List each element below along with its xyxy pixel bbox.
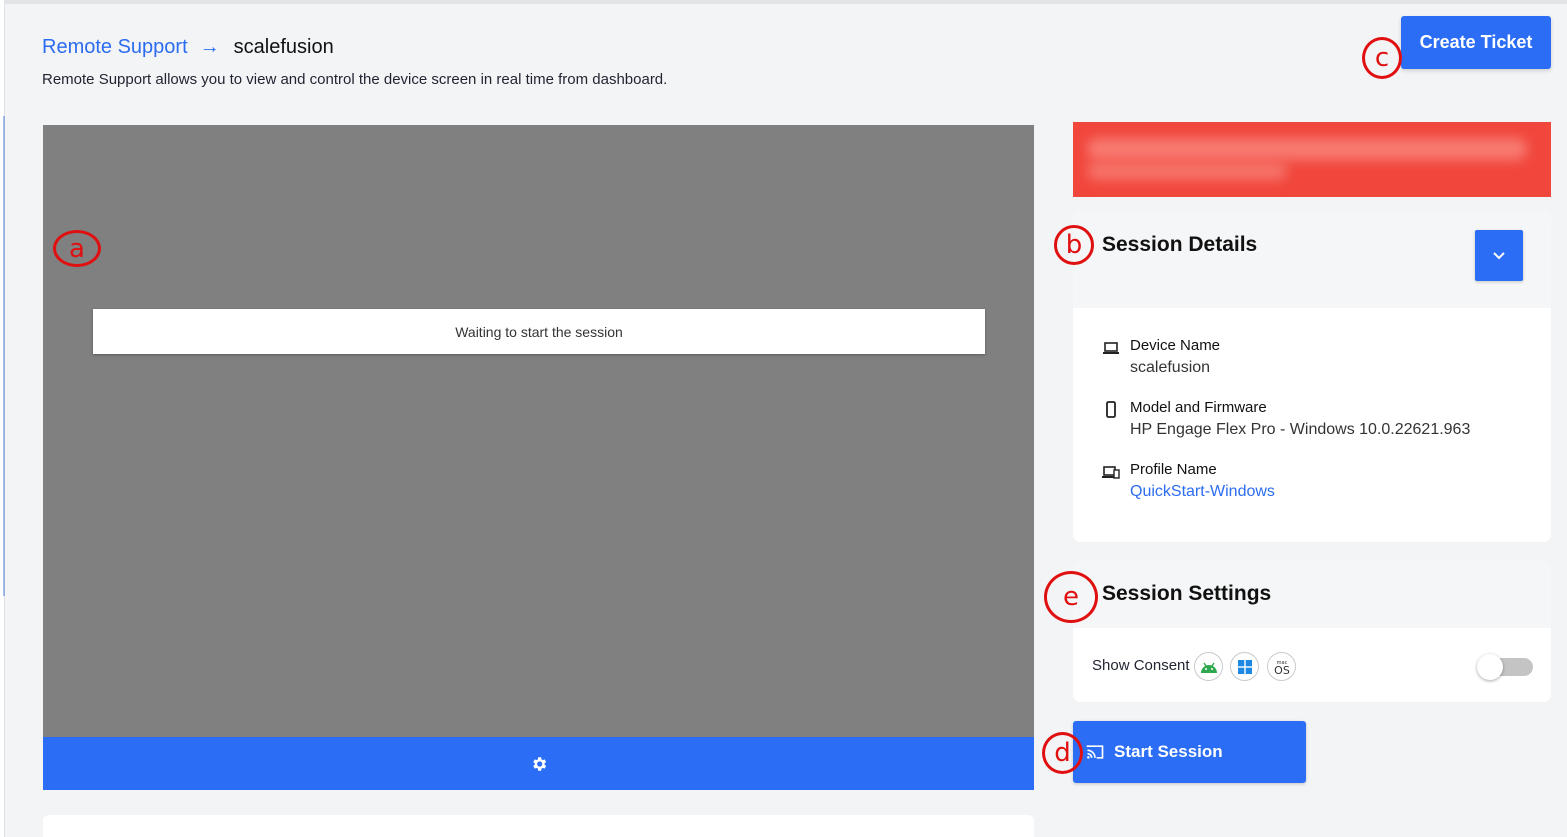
annotation-marker-d: d: [1042, 732, 1083, 774]
page-description: Remote Support allows you to view and co…: [42, 71, 668, 88]
viewer-toolbar: [43, 737, 1034, 790]
macos-icon: mac OS: [1267, 652, 1296, 681]
session-settings-title: Session Settings: [1102, 582, 1272, 605]
breadcrumb-remote-support-link[interactable]: Remote Support: [42, 36, 188, 59]
remote-screen-viewer[interactable]: Waiting to start the session: [43, 125, 1034, 737]
annotation-marker-c: c: [1362, 37, 1402, 79]
start-session-button[interactable]: Start Session: [1073, 721, 1306, 783]
remote-support-page: Remote Support → scalefusion Remote Supp…: [0, 0, 1567, 837]
svg-text:OS: OS: [1274, 664, 1290, 676]
create-ticket-button[interactable]: Create Ticket: [1401, 16, 1551, 69]
model-firmware-label: Model and Firmware: [1130, 399, 1267, 416]
model-firmware-value: HP Engage Flex Pro - Windows 10.0.22621.…: [1130, 421, 1471, 438]
device-name-value: scalefusion: [1130, 359, 1211, 376]
top-divider: [0, 0, 1567, 4]
session-details-card: Session Details Device Name scalefusion …: [1073, 211, 1551, 542]
show-consent-toggle[interactable]: [1477, 654, 1533, 680]
left-accent: [3, 116, 5, 596]
breadcrumb: Remote Support → scalefusion: [42, 34, 334, 60]
phone-icon: [1106, 401, 1116, 418]
annotation-marker-b: b: [1054, 225, 1094, 265]
breadcrumb-current: scalefusion: [233, 35, 334, 58]
session-details-header: Session Details: [1073, 211, 1551, 308]
annotation-marker-e: e: [1044, 571, 1098, 623]
chevron-down-icon: [1493, 251, 1505, 259]
gear-icon[interactable]: [530, 755, 548, 773]
devices-icon: [1102, 466, 1120, 479]
bottom-panel: [43, 815, 1034, 837]
toggle-knob: [1477, 654, 1503, 680]
arrow-right-icon: →: [199, 35, 220, 58]
android-icon: [1194, 652, 1223, 681]
redacted-banner: [1073, 122, 1551, 197]
profile-name-label: Profile Name: [1130, 461, 1217, 478]
profile-name-link[interactable]: QuickStart-Windows: [1130, 483, 1275, 501]
show-consent-label: Show Consent: [1092, 657, 1190, 674]
cast-icon: [1086, 745, 1104, 759]
start-session-label: Start Session: [1114, 742, 1223, 761]
session-settings-card: Session Settings Show Consent mac OS: [1073, 561, 1551, 702]
annotation-marker-a: a: [53, 230, 101, 267]
session-details-toggle-button[interactable]: [1475, 230, 1523, 281]
device-name-label: Device Name: [1130, 337, 1221, 354]
session-details-title: Session Details: [1102, 233, 1258, 256]
laptop-icon: [1103, 342, 1119, 354]
session-settings-header: Session Settings: [1073, 561, 1551, 628]
windows-icon: [1230, 652, 1259, 681]
session-status-message: Waiting to start the session: [93, 309, 985, 354]
